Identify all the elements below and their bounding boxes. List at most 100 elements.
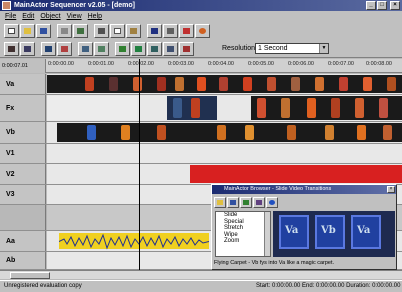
print-icon[interactable]: [57, 24, 72, 38]
status-right: Start: 0:00:00.00 End: 0:00:00.00 Durati…: [256, 283, 401, 289]
browser-title: MainActor Browser - Slide Video Transiti…: [224, 186, 332, 192]
track-area[interactable]: [47, 164, 402, 184]
transition-category-list[interactable]: Slide Special Stretch Wipe Zoom: [215, 211, 271, 257]
save-icon[interactable]: [36, 24, 51, 38]
join-icon[interactable]: [20, 41, 35, 56]
clip-a-icon[interactable]: [94, 41, 109, 56]
status-bar: Unregistered evaluation copy Start: 0:00…: [0, 280, 402, 292]
effect-icon[interactable]: [57, 41, 72, 56]
new-icon[interactable]: [4, 24, 19, 38]
trim-icon[interactable]: [41, 41, 56, 56]
title-icon[interactable]: [147, 41, 162, 56]
scrollbar-thumb[interactable]: [10, 272, 50, 279]
zoom-icon[interactable]: [147, 24, 162, 38]
track-label[interactable]: V1: [0, 144, 46, 163]
menu-help[interactable]: Help: [88, 11, 102, 22]
current-position: 0:00:07.01: [0, 59, 46, 73]
video-clip[interactable]: [57, 123, 402, 142]
ruler-tick: 0:00:02.00: [128, 61, 154, 67]
track-label[interactable]: Aa: [0, 231, 46, 251]
track-area[interactable]: [47, 95, 402, 121]
track-label[interactable]: Vb: [0, 122, 46, 143]
track-area[interactable]: [47, 144, 402, 163]
browser-status: Flying Carpet - Vb fys into Va like a ma…: [214, 260, 335, 266]
track-label[interactable]: V2: [0, 164, 46, 184]
track-label[interactable]: Va: [0, 74, 46, 94]
transition-thumbnail[interactable]: Va: [351, 215, 381, 249]
menu-edit[interactable]: Edit: [22, 11, 34, 22]
maximize-button[interactable]: □: [377, 1, 387, 10]
mixer-icon[interactable]: [163, 24, 178, 38]
close-button[interactable]: ×: [390, 1, 400, 10]
ruler-tick: 0:00:06.00: [288, 61, 314, 67]
fx-clip[interactable]: [167, 96, 217, 120]
filter-icon[interactable]: [253, 197, 265, 208]
track-label[interactable]: V3: [0, 185, 46, 204]
transition-thumbnails: Va Vb Va: [273, 211, 395, 257]
menu-view[interactable]: View: [67, 11, 82, 22]
ruler-tick: 0:00:00.00: [48, 61, 74, 67]
track-v2: V2: [0, 164, 402, 185]
transition-thumbnail[interactable]: Vb: [315, 215, 345, 249]
playhead[interactable]: [139, 59, 140, 270]
ruler-tick: 0:00:05.00: [248, 61, 274, 67]
marker-icon[interactable]: [179, 24, 194, 38]
menu-object[interactable]: Object: [40, 11, 60, 22]
transition-thumbnail[interactable]: Va: [279, 215, 309, 249]
title-bar: MainActor Sequencer v2.05 - [demo] _ □ ×: [0, 0, 402, 11]
fx-clip[interactable]: [251, 96, 402, 120]
cut-icon[interactable]: [94, 24, 109, 38]
track-label[interactable]: Ab: [0, 252, 46, 269]
ruler-tick: 0:00:08.00: [366, 61, 392, 67]
color-clip[interactable]: [190, 165, 402, 183]
menu-bar: File Edit Object View Help: [0, 11, 402, 22]
track-fx: Fx: [0, 95, 402, 122]
close-icon[interactable]: ×: [387, 186, 395, 193]
resolution-select[interactable]: 1 Second ▼: [255, 43, 329, 54]
ruler-tick: 0:00:01.00: [88, 61, 114, 67]
audio-icon[interactable]: [240, 197, 252, 208]
track-area[interactable]: [47, 122, 402, 143]
audio-clip[interactable]: [58, 233, 210, 250]
track-area[interactable]: [47, 74, 402, 94]
copy-icon[interactable]: [110, 24, 125, 38]
resolution-label: Resolution: [222, 45, 256, 52]
track-vb: Vb: [0, 122, 402, 144]
status-left: Unregistered evaluation copy: [4, 283, 82, 289]
paste-icon[interactable]: [126, 24, 141, 38]
help-icon[interactable]: [266, 197, 278, 208]
toolbar-main: [0, 22, 402, 40]
track-label[interactable]: Fx: [0, 95, 46, 121]
track-va: Va: [0, 74, 402, 95]
clip-b-icon[interactable]: [115, 41, 130, 56]
toolbar-edit: [0, 40, 402, 58]
menu-file[interactable]: File: [5, 11, 16, 22]
video-icon[interactable]: [227, 197, 239, 208]
video-clip[interactable]: [47, 75, 402, 93]
transition-icon[interactable]: [78, 41, 93, 56]
minimize-button[interactable]: _: [366, 1, 376, 10]
resolution-value: 1 Second: [258, 45, 288, 52]
chevron-down-icon[interactable]: ▼: [319, 44, 328, 53]
open-icon[interactable]: [20, 24, 35, 38]
window-title: MainActor Sequencer v2.05 - [demo]: [14, 2, 135, 9]
list-scrollbar[interactable]: [264, 212, 270, 256]
folder-icon[interactable]: [214, 197, 226, 208]
time-ruler[interactable]: 0:00:07.01 0:00:00.00 0:00:01.00 0:00:02…: [0, 59, 402, 73]
undo-icon[interactable]: [73, 24, 88, 38]
ruler-tick: 0:00:07.00: [328, 61, 354, 67]
browser-title-bar[interactable]: MainActor Browser - Slide Video Transiti…: [212, 185, 396, 194]
ruler-tick: 0:00:03.00: [168, 61, 194, 67]
split-icon[interactable]: [4, 41, 19, 56]
app-icon: [2, 1, 11, 10]
play-icon[interactable]: [179, 41, 194, 56]
fx-clip[interactable]: [47, 96, 137, 120]
timeline-scrollbar[interactable]: [0, 270, 402, 279]
audio-icon[interactable]: [131, 41, 146, 56]
preview-icon[interactable]: [163, 41, 178, 56]
track-v1: V1: [0, 144, 402, 164]
ruler-tick: 0:00:04.00: [208, 61, 234, 67]
audio-waveform: [58, 233, 210, 250]
render-icon[interactable]: [195, 24, 210, 38]
transition-browser: MainActor Browser - Slide Video Transiti…: [211, 184, 397, 270]
